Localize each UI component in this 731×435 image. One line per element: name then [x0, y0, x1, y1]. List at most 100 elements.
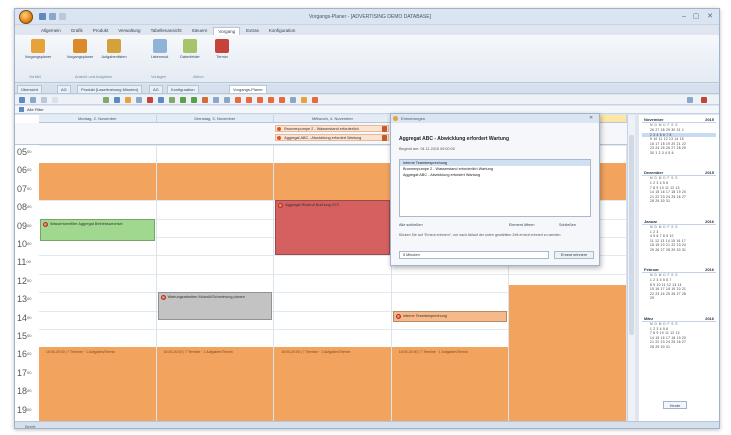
toolbar-icon[interactable] [213, 97, 219, 103]
settings-icon[interactable] [687, 97, 693, 103]
year[interactable]: 2016 [705, 316, 714, 321]
minimize-button[interactable]: – [679, 12, 689, 21]
toolbar-icon[interactable] [279, 97, 285, 103]
help-icon[interactable] [701, 97, 707, 103]
hour-number: 12 [17, 275, 28, 286]
document-tab[interactable]: AG [149, 85, 163, 93]
menu-item[interactable]: Konfiguration [265, 27, 300, 35]
toolbar-icon[interactable] [52, 97, 58, 103]
month-name[interactable]: Februar [644, 267, 659, 272]
event-icon [277, 136, 282, 140]
week-row[interactable]: 28 29 30 31 [642, 345, 716, 350]
reminder-item[interactable]: Aggregat ABC - Abwicklung erfordert Wart… [400, 172, 590, 178]
menu-item[interactable]: Produkt [89, 27, 113, 35]
ribbon-button-label: Datenfelder [180, 55, 200, 59]
menu-item[interactable]: Verwaltung [114, 27, 144, 35]
appointment[interactable]: Wasserturmfilter Aggregat Betriebswechse… [40, 218, 155, 241]
close-button[interactable]: ✕ [705, 12, 715, 21]
document-tab[interactable]: Übersicht [17, 85, 42, 93]
year[interactable]: 2016 [705, 267, 714, 272]
open-item-button[interactable]: Element öffnen [509, 223, 534, 227]
month-name[interactable]: November [644, 117, 664, 122]
toolbar-icon[interactable] [41, 97, 47, 103]
document-tab[interactable]: Produkt [Lasertrainung Minuten] [77, 85, 142, 93]
toolbar-icon[interactable] [312, 97, 318, 103]
toolbar-icon[interactable] [30, 97, 36, 103]
filter-label[interactable]: Alle Filter [27, 107, 57, 113]
snooze-select[interactable]: 5 Minuten [399, 251, 549, 259]
calendar-scrollbar[interactable] [627, 115, 635, 421]
day-column[interactable] [157, 145, 275, 421]
toolbar-icon[interactable] [257, 97, 263, 103]
hour-label: 1200 [17, 276, 39, 286]
toolbar-icon[interactable] [246, 97, 252, 103]
toolbar-icon[interactable] [19, 97, 25, 103]
toolbar-icon[interactable] [103, 97, 109, 103]
ribbon-button[interactable]: Vorgangsplaner [63, 39, 97, 59]
appointment[interactable]: Aggregat Rückruf Buchung XYZ [275, 200, 390, 256]
document-tab[interactable]: Vorgangs-Planer [229, 85, 267, 93]
appointment[interactable]: Interne Teambesprechung [392, 310, 508, 322]
ribbon-button[interactable]: Aufgabenlisten [97, 39, 131, 59]
toolbar-icon[interactable] [180, 97, 186, 103]
hour-number: 06 [17, 165, 28, 176]
document-tab[interactable]: AG [57, 85, 71, 93]
toolbar-icon[interactable] [268, 97, 274, 103]
day-column[interactable] [274, 145, 392, 421]
menu-item[interactable]: Tabellenansicht [147, 27, 186, 35]
day-header[interactable]: Mittwoch, 4. November [274, 115, 392, 123]
day-header[interactable]: Montag, 2. November [39, 115, 157, 123]
toolbar-icon[interactable] [114, 97, 120, 103]
toolbar-icon[interactable] [158, 97, 164, 103]
reminder-list[interactable]: Interne Teambesprechung Brunnenpumpe 2 - … [399, 159, 591, 217]
toolbar-icon[interactable] [147, 97, 153, 103]
hour-label: 1100 [17, 257, 39, 267]
document-tab[interactable]: Konfiguration [167, 85, 199, 93]
dialog-close-icon[interactable]: ✕ [589, 115, 593, 121]
month-name[interactable]: März [644, 316, 653, 321]
toolbar-icon[interactable] [136, 97, 142, 103]
dismiss-all-button[interactable]: Alle schließen [399, 223, 423, 227]
menu-item[interactable]: Allgemein [37, 27, 65, 35]
menu-item[interactable]: Steuern [188, 27, 212, 35]
toolbar-icon[interactable] [224, 97, 230, 103]
toolbar-icon[interactable] [169, 97, 175, 103]
toolbar-icon[interactable] [191, 97, 197, 103]
month-name[interactable]: Januar [644, 219, 657, 224]
menu-item[interactable]: Vorgang [213, 27, 241, 35]
undo-icon[interactable] [49, 13, 56, 20]
toolbar-icon[interactable] [235, 97, 241, 103]
toolbar-icon[interactable] [290, 97, 296, 103]
week-row[interactable]: 28 29 30 31 [642, 199, 716, 204]
scrollbar-thumb[interactable] [629, 135, 634, 335]
qat-dropdown-icon[interactable] [59, 13, 66, 20]
ribbon-button[interactable]: Datenfelder [173, 39, 207, 59]
ribbon-button[interactable]: Vorgangsplaner [21, 39, 55, 59]
save-icon[interactable] [39, 13, 46, 20]
year[interactable]: 2016 [705, 219, 714, 224]
ribbon-button[interactable]: Termin [205, 39, 239, 59]
app-menu-orb[interactable] [19, 10, 33, 24]
menu-item[interactable]: Grafik [67, 27, 87, 35]
appointment[interactable]: Wartungsarbeiten Motoröl/Schmierung plan… [157, 292, 273, 320]
week-row[interactable]: 25 26 27 28 29 30 31 [642, 248, 716, 253]
week-row[interactable]: 30 1 2 3 4 5 6 [642, 151, 716, 156]
snooze-button[interactable]: Erneut erinnern [554, 251, 594, 259]
menu-item[interactable]: Extras [242, 27, 263, 35]
today-button[interactable]: Heute [663, 401, 687, 409]
year[interactable]: 2015 [705, 170, 714, 175]
status-bar: Bereit [15, 421, 719, 428]
day-header[interactable]: Dienstag, 3. November [156, 115, 275, 123]
dismiss-button[interactable]: Schließen [559, 223, 576, 227]
year[interactable]: 2015 [705, 117, 714, 122]
maximize-button[interactable]: ▢ [691, 12, 701, 21]
week-row[interactable]: 29 [642, 296, 716, 301]
toolbar-icon[interactable] [202, 97, 208, 103]
allday-event[interactable]: Aggregat ABC - Abwicklung erfordert Wart… [275, 134, 389, 141]
allday-event[interactable]: Brunnenpumpe 2 - Wasserstand erforderlic… [275, 125, 389, 132]
toolbar-icon[interactable] [125, 97, 131, 103]
toolbar-icon[interactable] [301, 97, 307, 103]
day-column[interactable] [39, 145, 157, 421]
ribbon-button[interactable]: Listenmod. [143, 39, 177, 59]
month-name[interactable]: Dezember [644, 170, 663, 175]
